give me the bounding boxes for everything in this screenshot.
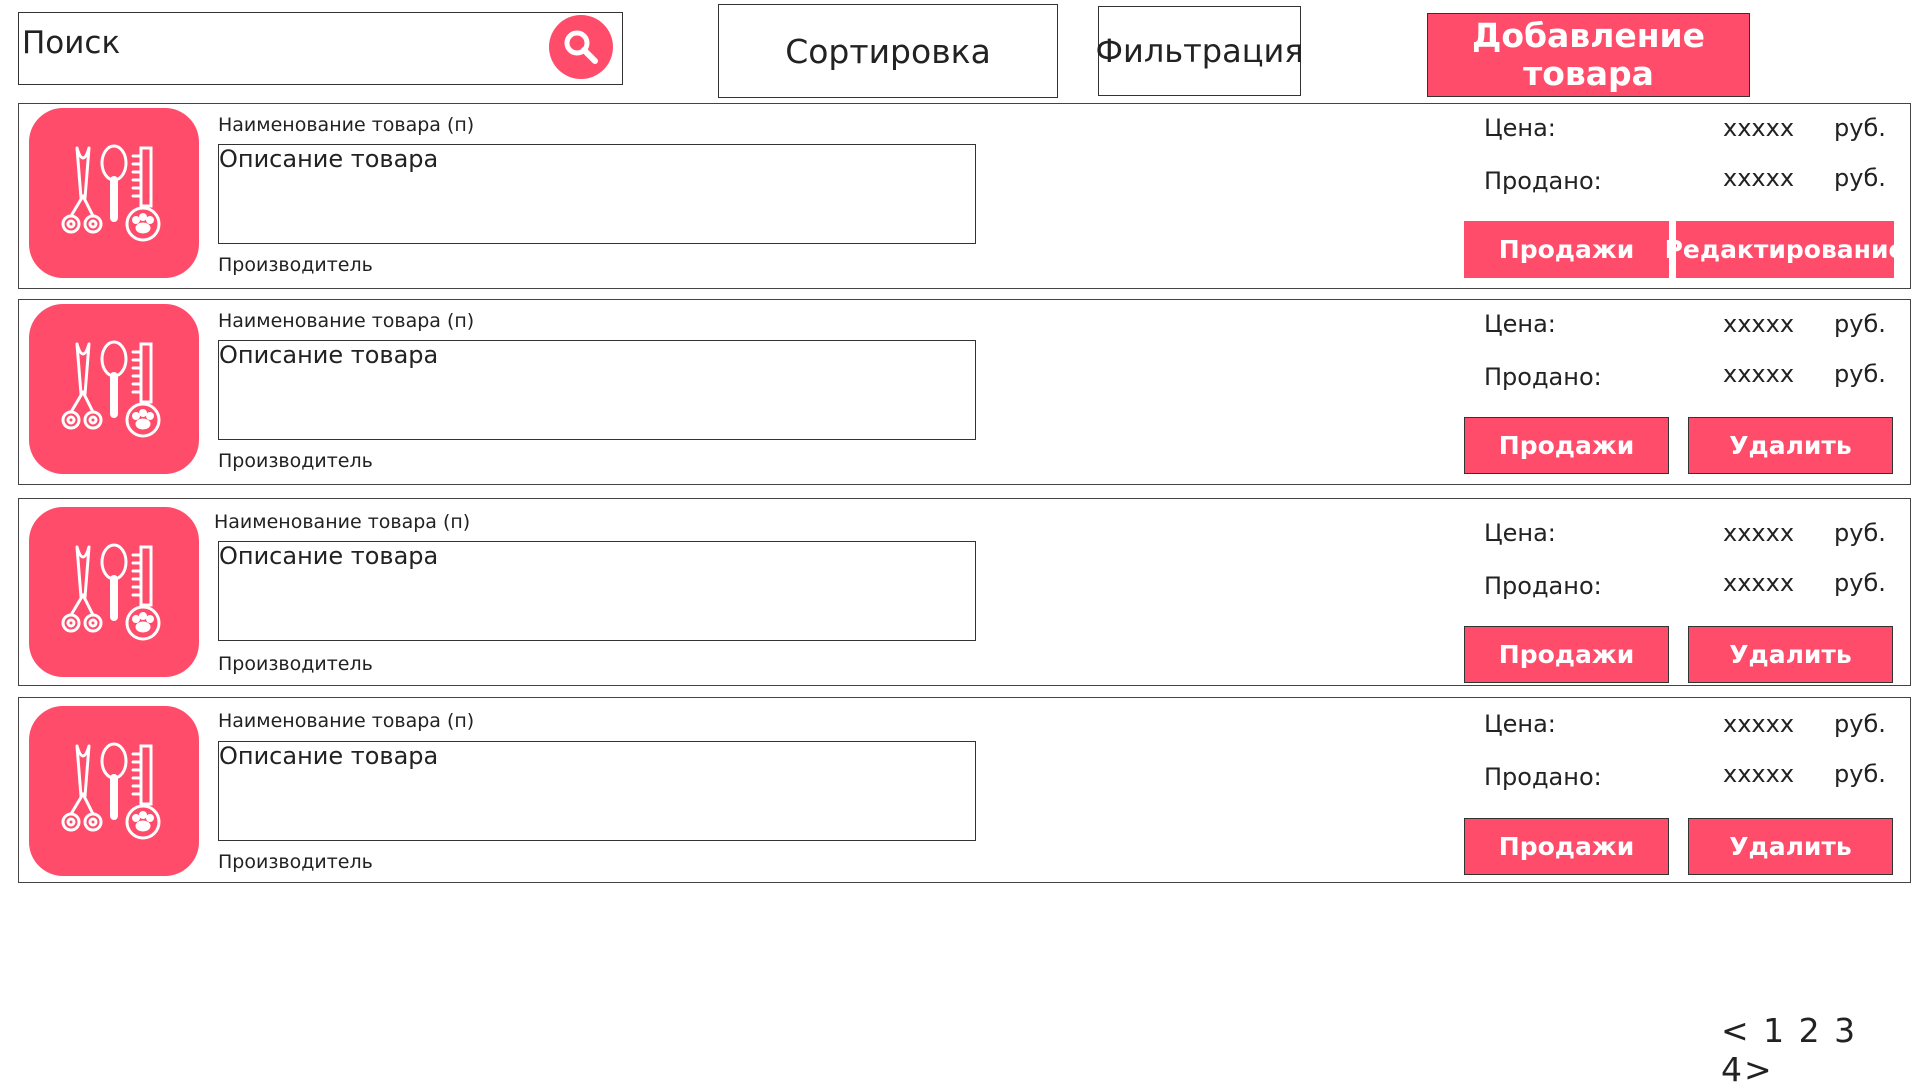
product-manufacturer: Производитель (218, 851, 373, 873)
grooming-tools-icon (61, 543, 161, 641)
edit-button-label: Редактирование (1664, 235, 1906, 264)
pagination: < 1 2 3 4> (1721, 1011, 1920, 1089)
product-manufacturer: Производитель (218, 653, 373, 675)
add-product-button[interactable]: Добавление товара (1427, 13, 1750, 97)
price-value: xxxxx (1723, 710, 1795, 738)
delete-button-label: Удалить (1729, 832, 1852, 861)
price-value: xxxxx (1723, 519, 1795, 547)
sales-button[interactable]: Продажи (1464, 221, 1669, 278)
sold-label: Продано: (1484, 572, 1602, 600)
product-image (29, 304, 199, 474)
pagination-prev[interactable]: < (1721, 1011, 1751, 1050)
sales-button[interactable]: Продажи (1464, 626, 1669, 683)
product-image (29, 108, 199, 278)
sort-button[interactable]: Сортировка (718, 4, 1058, 98)
price-label: Цена: (1484, 519, 1556, 547)
search-icon (564, 30, 598, 64)
product-manufacturer: Производитель (218, 254, 373, 276)
filter-button[interactable]: Фильтрация (1095, 6, 1304, 96)
delete-button-label: Удалить (1729, 431, 1852, 460)
sold-value: xxxxx (1723, 569, 1795, 597)
product-description-field[interactable]: Описание товара (218, 340, 976, 440)
delete-button-label: Удалить (1729, 640, 1852, 669)
price-label: Цена: (1484, 310, 1556, 338)
product-description-field[interactable]: Описание товара (218, 741, 976, 841)
sales-button-label: Продажи (1498, 640, 1635, 669)
product-description: Описание товара (219, 145, 439, 173)
price-unit: руб. (1834, 114, 1886, 142)
product-description-field[interactable]: Описание товара (218, 144, 976, 244)
product-card: Наименование товара (п) Описание товара … (18, 103, 1911, 289)
pagination-next[interactable]: > (1744, 1050, 1774, 1089)
sold-unit: руб. (1834, 569, 1886, 597)
product-name: Наименование товара (п) (214, 511, 471, 533)
filter-label: Фильтрация (1095, 32, 1304, 70)
sales-button-label: Продажи (1498, 431, 1635, 460)
product-card: Наименование товара (п) Описание товара … (18, 299, 1911, 485)
sold-label: Продано: (1484, 763, 1602, 791)
pagination-page-4[interactable]: 4 (1721, 1050, 1744, 1089)
price-unit: руб. (1834, 310, 1886, 338)
product-name: Наименование товара (п) (218, 310, 475, 332)
sold-unit: руб. (1834, 360, 1886, 388)
sold-value: xxxxx (1723, 164, 1795, 192)
pagination-page-2[interactable]: 2 (1799, 1011, 1822, 1050)
price-label: Цена: (1484, 114, 1556, 142)
grooming-tools-icon (61, 144, 161, 242)
sold-value: xxxxx (1723, 360, 1795, 388)
price-value: xxxxx (1723, 114, 1795, 142)
search-label: Поиск (22, 25, 121, 61)
edit-button[interactable]: Редактирование (1665, 221, 1905, 278)
product-description-field[interactable]: Описание товара (218, 541, 976, 641)
sales-button-label: Продажи (1498, 235, 1635, 264)
sold-label: Продано: (1484, 167, 1602, 195)
sales-button[interactable]: Продажи (1464, 417, 1669, 474)
sales-button[interactable]: Продажи (1464, 818, 1669, 875)
product-name: Наименование товара (п) (218, 114, 475, 136)
price-unit: руб. (1834, 710, 1886, 738)
product-manufacturer: Производитель (218, 450, 373, 472)
product-image (29, 706, 199, 876)
product-description: Описание товара (219, 542, 439, 570)
add-product-label: Добавление товара (1471, 16, 1706, 93)
delete-button[interactable]: Удалить (1688, 417, 1893, 474)
sort-label: Сортировка (785, 31, 991, 71)
sold-unit: руб. (1834, 164, 1886, 192)
grooming-tools-icon (61, 742, 161, 840)
sales-button-label: Продажи (1498, 832, 1635, 861)
price-label: Цена: (1484, 710, 1556, 738)
product-card: Наименование товара (п) Описание товара … (18, 498, 1911, 686)
product-description: Описание товара (219, 742, 439, 770)
sold-label: Продано: (1484, 363, 1602, 391)
product-description: Описание товара (219, 341, 439, 369)
sold-unit: руб. (1834, 760, 1886, 788)
pagination-page-1[interactable]: 1 (1763, 1011, 1786, 1050)
price-unit: руб. (1834, 519, 1886, 547)
delete-button[interactable]: Удалить (1688, 818, 1893, 875)
product-image (29, 507, 199, 677)
sold-value: xxxxx (1723, 760, 1795, 788)
search-button[interactable] (549, 15, 613, 79)
grooming-tools-icon (61, 340, 161, 438)
product-card: Наименование товара (п) Описание товара … (18, 697, 1911, 883)
price-value: xxxxx (1723, 310, 1795, 338)
pagination-page-3[interactable]: 3 (1834, 1011, 1857, 1050)
delete-button[interactable]: Удалить (1688, 626, 1893, 683)
search-input[interactable]: Поиск (18, 12, 623, 85)
product-name: Наименование товара (п) (218, 710, 475, 732)
